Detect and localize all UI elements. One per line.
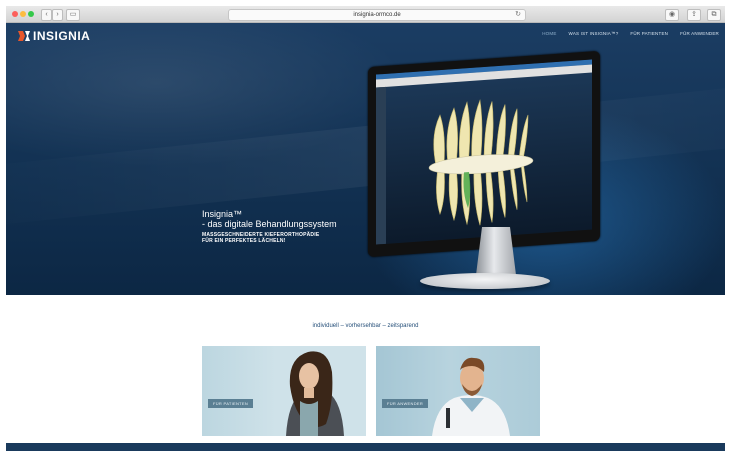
nav-item-was-ist-insignia[interactable]: WAS IST INSIGNIA™?: [569, 31, 619, 36]
anwender-button[interactable]: FÜR ANWENDER: [382, 399, 429, 408]
sidebar-toggle-icon[interactable]: ▭: [66, 9, 80, 21]
monitor-stand-base: [420, 273, 550, 289]
card-anwender[interactable]: FÜR ANWENDER: [376, 346, 540, 436]
insignia-logo-icon: [18, 31, 30, 41]
card-patienten[interactable]: FÜR PATIENTEN: [202, 346, 366, 436]
logo-text: INSIGNIA: [33, 29, 91, 43]
monitor-image: [368, 50, 600, 258]
nav-item-fuer-anwender[interactable]: FÜR ANWENDER: [680, 31, 719, 36]
woman-photo-icon: [274, 346, 366, 436]
hero-light-sheen: [6, 76, 725, 230]
nav-item-home[interactable]: HOME: [542, 31, 556, 36]
monitor-bezel: [368, 50, 600, 258]
browser-toolbar: ‹ › ▭ insignia-ormco.de ↻ ◉ ⇪ ⧉: [6, 6, 725, 23]
hero-headline: Insignia™ - das digitale Behandlungssyst…: [202, 209, 337, 244]
zoom-window-icon[interactable]: [28, 11, 34, 17]
share-icon[interactable]: ⇪: [687, 9, 701, 21]
url-text: insignia-ormco.de: [353, 12, 401, 18]
hero-subtitle: - das digitale Behandlungssystem: [202, 219, 337, 229]
back-button[interactable]: ‹: [41, 9, 52, 21]
site-logo[interactable]: INSIGNIA: [18, 29, 90, 43]
doctor-photo-icon: [376, 346, 540, 436]
footer-bar: [6, 443, 725, 451]
monitor-stand-neck: [476, 227, 516, 275]
address-bar[interactable]: insignia-ormco.de ↻: [228, 9, 526, 21]
main-nav: HOME WAS IST INSIGNIA™? FÜR PATIENTEN FÜ…: [530, 31, 719, 36]
hero-section: INSIGNIA HOME WAS IST INSIGNIA™? FÜR PAT…: [6, 23, 725, 295]
tabs-icon[interactable]: ⧉: [707, 9, 721, 21]
teeth-model-icon: [428, 99, 534, 226]
minimize-window-icon[interactable]: [20, 11, 26, 17]
hero-title: Insignia™: [202, 209, 243, 219]
nav-item-fuer-patienten[interactable]: FÜR PATIENTEN: [630, 31, 668, 36]
reload-icon[interactable]: ↻: [515, 10, 521, 20]
extension-icon[interactable]: ◉: [665, 9, 679, 21]
close-window-icon[interactable]: [12, 11, 18, 17]
forward-button[interactable]: ›: [52, 9, 63, 21]
section-tagline: individuell – vorhersehbar – zeitsparend: [312, 323, 419, 329]
monitor-screen: [376, 59, 592, 245]
patienten-button[interactable]: FÜR PATIENTEN: [208, 399, 254, 408]
hero-tagline-line2: FÜR EIN PERFEKTES LÄCHELN!: [202, 238, 286, 244]
